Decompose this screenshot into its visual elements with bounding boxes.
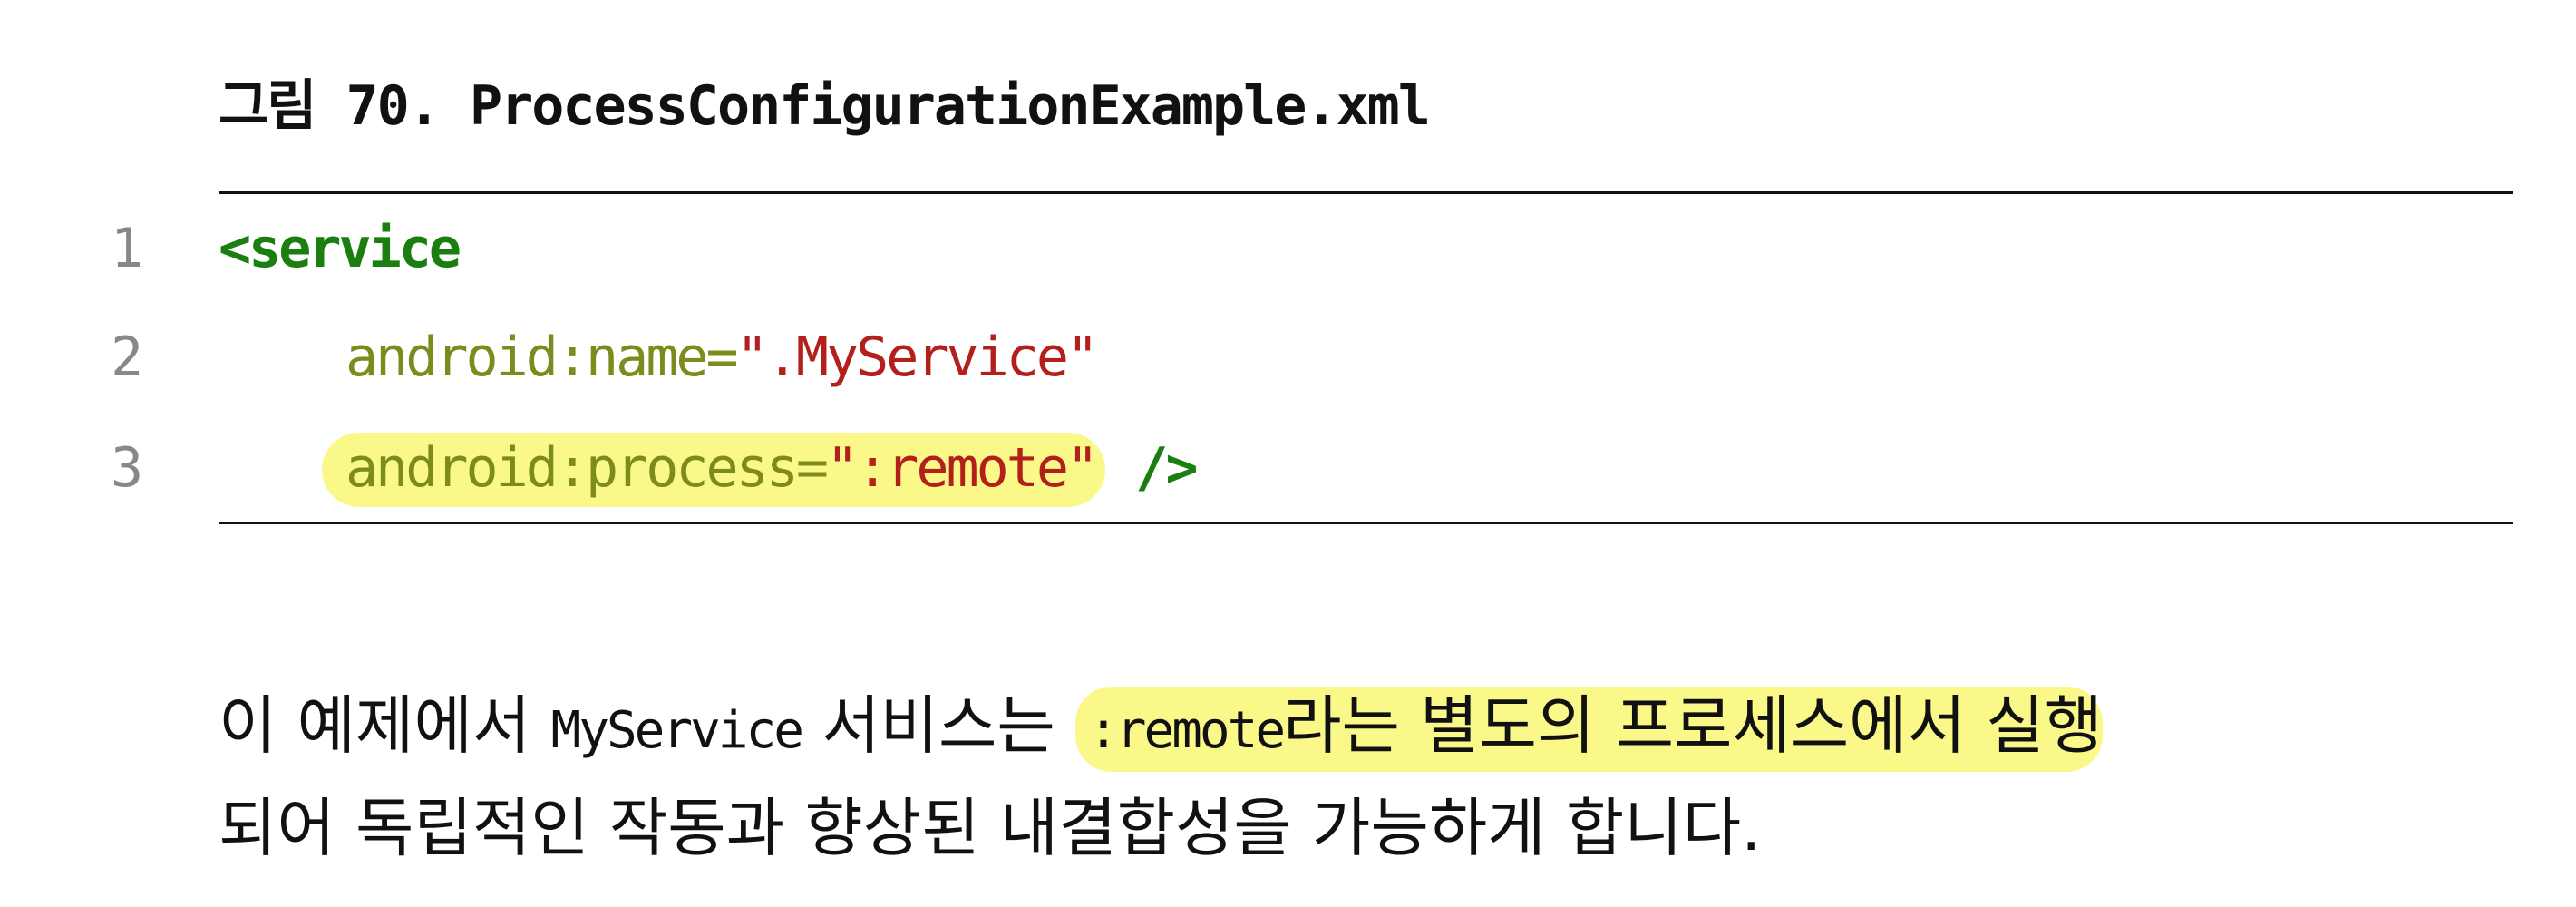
xml-tag-open: <service: [219, 217, 462, 280]
xml-attribute-name: android:name=: [345, 326, 739, 389]
figure-caption: 그림 70. ProcessConfigurationExample.xml: [219, 74, 1431, 138]
code-line-3: 3 android:process=":remote" />: [0, 432, 2576, 507]
text: 이 예제에서: [219, 688, 551, 763]
xml-tag-close: />: [1135, 436, 1198, 500]
code-text: android:process=":remote" />: [322, 432, 1198, 507]
text: 서비스는: [801, 688, 1076, 763]
code-block-bottom-rule: [219, 522, 2513, 524]
text: 라는 별도의 프로세스에서 실행: [1283, 688, 2104, 763]
xml-attribute-name: android:process=: [345, 436, 829, 500]
highlighted-code: android:process=":remote": [322, 433, 1106, 507]
code-block-top-rule: [219, 191, 2513, 194]
line-number: 3: [111, 436, 143, 500]
inline-code: :remote: [1088, 701, 1286, 760]
code-text: android:name=".MyService": [345, 321, 1099, 394]
line-number: 2: [111, 326, 143, 389]
code-line-1: 1 <service: [0, 212, 2576, 285]
inline-code: MyService: [550, 701, 804, 760]
highlighted-text: :remote라는 별도의 프로세스에서 실행: [1075, 687, 2104, 772]
line-number: 1: [111, 217, 143, 280]
xml-attribute-value: ".MyService": [735, 326, 1099, 389]
explanation-line-2: 되어 독립적인 작동과 향상된 내결합성을 가능하게 합니다.: [219, 791, 1762, 865]
explanation-line-1: 이 예제에서 MyService 서비스는 :remote라는 별도의 프로세스…: [219, 676, 2522, 781]
code-line-2: 2 android:name=".MyService": [0, 321, 2576, 394]
xml-attribute-value: ":remote": [825, 436, 1099, 500]
code-text: <service: [219, 212, 462, 285]
